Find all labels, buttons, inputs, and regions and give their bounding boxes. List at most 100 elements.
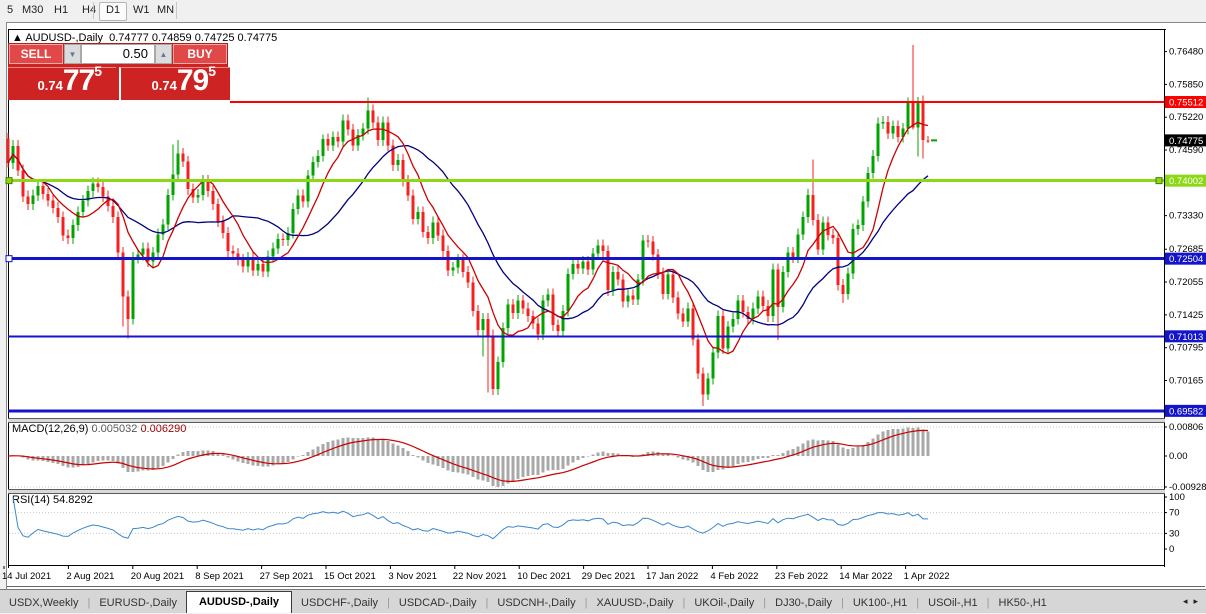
candle-body — [386, 122, 390, 146]
candle-body — [816, 219, 820, 250]
date-axis-label: 29 Dec 2021 — [582, 571, 636, 582]
candle-body — [181, 153, 185, 162]
chart-tab-usdx-weekly[interactable]: USDX,Weekly — [0, 594, 87, 613]
tab-scroll-right-icon[interactable]: ▸ — [1193, 596, 1198, 607]
candle-body — [421, 212, 425, 232]
candle-body — [351, 129, 355, 146]
chart-tab-usdchf-daily[interactable]: USDCHF-,Daily — [292, 594, 387, 613]
candle-body — [326, 139, 330, 146]
candle-body — [791, 252, 795, 258]
candle-body — [711, 352, 715, 379]
buy-price-display[interactable]: 0.74795 — [119, 63, 230, 100]
sell-price-display[interactable]: 0.74775 — [8, 63, 116, 100]
candle-body — [771, 269, 775, 317]
candle-body — [226, 232, 230, 252]
chart-tab-usdcad-daily[interactable]: USDCAD-,Daily — [390, 594, 486, 613]
candle-body — [521, 300, 525, 309]
candle-body — [311, 162, 315, 176]
date-axis-label: 23 Feb 2022 — [775, 571, 828, 582]
candle-body — [451, 267, 455, 271]
date-axis-label: 22 Nov 2021 — [453, 571, 507, 582]
candle-body — [631, 295, 635, 300]
candle-body — [66, 235, 70, 239]
rsi-axis-label: 30 — [1169, 528, 1180, 539]
chart-tab-xauusd-daily[interactable]: XAUUSD-,Daily — [587, 594, 682, 613]
price-axis-label: 0.70165 — [1169, 375, 1203, 386]
candle-body — [551, 294, 555, 326]
candle-body — [171, 174, 175, 195]
rsi-axis-label: 70 — [1169, 508, 1180, 519]
candle-body — [321, 139, 325, 156]
candle-body — [856, 225, 860, 230]
candle-body — [786, 252, 790, 272]
candle-body — [561, 310, 565, 331]
chart-tab-eurusd-daily[interactable]: EURUSD-,Daily — [90, 594, 186, 613]
date-axis-label: 14 Mar 2022 — [839, 571, 892, 582]
candle-body — [661, 273, 665, 294]
candle-body — [416, 212, 420, 219]
candle-body — [461, 259, 465, 272]
candle-body — [256, 264, 260, 271]
candle-body — [101, 187, 105, 197]
candle-body — [596, 245, 600, 254]
chart-tab-hk50-h1[interactable]: HK50-,H1 — [990, 594, 1056, 613]
candle-body — [831, 234, 835, 239]
line-anchor-marker — [5, 255, 13, 263]
chart-tab-dj30-daily[interactable]: DJ30-,Daily — [766, 594, 841, 613]
sell-button[interactable]: SELL — [9, 44, 63, 64]
volume-decrease-button[interactable]: ▼ — [64, 44, 81, 64]
buy-button[interactable]: BUY — [173, 44, 227, 64]
volume-increase-button[interactable]: ▲ — [155, 44, 172, 64]
candle-body — [71, 225, 75, 239]
candle-body — [921, 101, 925, 141]
candle-body — [541, 300, 545, 335]
price-axis-label: 0.75220 — [1169, 112, 1203, 123]
candle-body — [176, 153, 180, 175]
candle-body — [411, 195, 415, 219]
candle-body — [641, 240, 645, 280]
candle-body — [506, 304, 510, 329]
candle-body — [731, 318, 735, 327]
chart-tab-ukoil-daily[interactable]: UKOil-,Daily — [685, 594, 763, 613]
candle-body — [851, 229, 855, 274]
candle-body — [36, 185, 40, 196]
candle-body — [496, 362, 500, 390]
candle-body — [446, 251, 450, 271]
candle-body — [691, 308, 695, 340]
candle-body — [426, 231, 430, 239]
candle-body — [581, 261, 585, 269]
sell-price-big: 77 — [62, 64, 95, 97]
chart-tab-uk100-h1[interactable]: UK100-,H1 — [844, 594, 916, 613]
candle-body — [346, 120, 350, 130]
candle-body — [406, 180, 410, 196]
candle-body — [571, 264, 575, 274]
chart-tab-usdcnh-daily[interactable]: USDCNH-,Daily — [488, 594, 584, 613]
candle-body — [331, 137, 335, 146]
date-axis-label: 20 Aug 2021 — [131, 571, 184, 582]
candle-body — [566, 273, 570, 311]
candle-body — [156, 234, 160, 253]
candle-body — [211, 191, 215, 205]
candle-body — [801, 217, 805, 235]
candle-body — [141, 248, 145, 255]
candle-body — [886, 121, 890, 134]
candle-body — [576, 264, 580, 269]
tab-scroll-left-icon[interactable]: ◂ — [1183, 596, 1188, 607]
chart-tab-audusd-daily[interactable]: AUDUSD-,Daily — [185, 591, 293, 613]
date-axis-label: 14 Jul 2021 — [2, 571, 51, 582]
candle-body — [896, 126, 900, 137]
candle-body — [231, 251, 235, 254]
candle-body — [681, 313, 685, 322]
candle-body — [741, 300, 745, 312]
price-axis-label: 0.72055 — [1169, 277, 1203, 288]
candle-body — [56, 207, 60, 218]
price-axis-badge-label: 0.71013 — [1169, 332, 1203, 343]
chart-tab-usoil-h1[interactable]: USOil-,H1 — [919, 594, 987, 613]
candle-body — [276, 239, 280, 249]
volume-input[interactable]: 0.50 — [81, 44, 155, 64]
candle-body — [761, 296, 765, 306]
candle-body — [526, 308, 530, 317]
candle-body — [81, 200, 85, 212]
candle-body — [806, 194, 810, 218]
candle-body — [586, 261, 590, 270]
